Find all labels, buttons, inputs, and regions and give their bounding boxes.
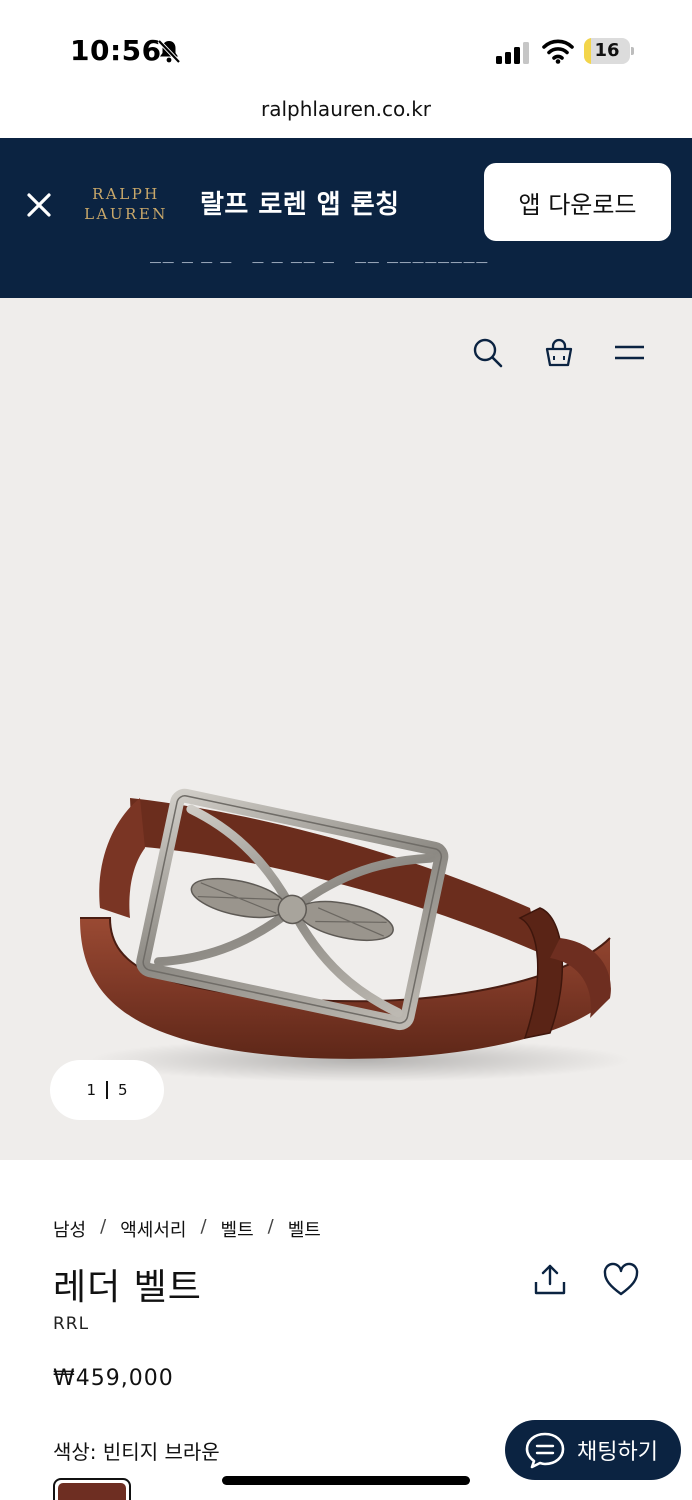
- chat-label: 채팅하기: [577, 1440, 658, 1465]
- battery-body: 16: [584, 38, 630, 64]
- product-title: 레더 벨트: [53, 1267, 202, 1308]
- pager-current: 1: [86, 1081, 96, 1099]
- shopping-bag-icon[interactable]: [542, 336, 576, 370]
- pager-separator: [106, 1081, 108, 1099]
- product-gallery[interactable]: 1 5: [0, 298, 692, 1160]
- product-price: ₩459,000: [53, 1366, 174, 1391]
- breadcrumb-item-belt[interactable]: 벨트: [288, 1216, 321, 1242]
- url-text: ralphlauren.co.kr: [260, 97, 432, 121]
- breadcrumb-separator: /: [267, 1216, 274, 1237]
- status-bar: 10:56 16: [0, 0, 692, 92]
- bell-slash-icon: [157, 39, 181, 64]
- brand-logo-line1: RALPH: [92, 185, 160, 203]
- search-icon[interactable]: [471, 336, 505, 370]
- brand-logo: RALPH LAUREN: [84, 184, 168, 224]
- address-bar[interactable]: ralphlauren.co.kr: [0, 92, 692, 138]
- share-icon[interactable]: [532, 1262, 568, 1298]
- app-banner: RALPH LAUREN 랄프 로렌 앱 론칭 앱 다운로드 ▔▔ ▔ ▔ ▔ …: [0, 138, 692, 298]
- battery-level: 16: [594, 40, 620, 61]
- promo-strip-peek: ▔▔ ▔ ▔ ▔ ▔ ▔ ▔▔ ▔ ▔▔ ▔▔▔▔▔▔▔▔: [150, 262, 490, 274]
- chat-button[interactable]: 채팅하기: [505, 1420, 681, 1480]
- menu-icon[interactable]: [612, 336, 646, 370]
- wifi-icon: [542, 39, 574, 64]
- close-icon[interactable]: [24, 190, 54, 220]
- breadcrumb: 남성 / 액세서리 / 벨트 / 벨트: [53, 1216, 321, 1242]
- battery-nub: [631, 47, 634, 55]
- gallery-pager: 1 5: [50, 1060, 164, 1120]
- swatch-color: [58, 1483, 126, 1500]
- chat-bubble-icon: [525, 1432, 565, 1469]
- app-download-button[interactable]: 앱 다운로드: [484, 163, 671, 241]
- color-label: 색상: 빈티지 브라운: [53, 1440, 220, 1464]
- banner-title: 랄프 로렌 앱 론칭: [200, 190, 400, 220]
- status-time: 10:56: [70, 34, 162, 67]
- pager-total: 5: [118, 1081, 128, 1099]
- breadcrumb-separator: /: [100, 1216, 107, 1237]
- breadcrumb-item-belts[interactable]: 벨트: [221, 1216, 254, 1242]
- product-image-leather-belt: [80, 788, 630, 1082]
- breadcrumb-item-men[interactable]: 남성: [53, 1216, 86, 1242]
- home-indicator: [222, 1476, 470, 1485]
- color-swatch-vintage-brown[interactable]: [53, 1478, 131, 1500]
- breadcrumb-separator: /: [200, 1216, 207, 1237]
- brand-logo-line2: LAUREN: [84, 205, 168, 223]
- breadcrumb-item-accessories[interactable]: 액세서리: [120, 1216, 186, 1242]
- signal-icon: [496, 42, 529, 64]
- battery-icon: 16: [584, 38, 634, 64]
- product-brand: RRL: [53, 1314, 90, 1334]
- wishlist-heart-icon[interactable]: [602, 1262, 640, 1298]
